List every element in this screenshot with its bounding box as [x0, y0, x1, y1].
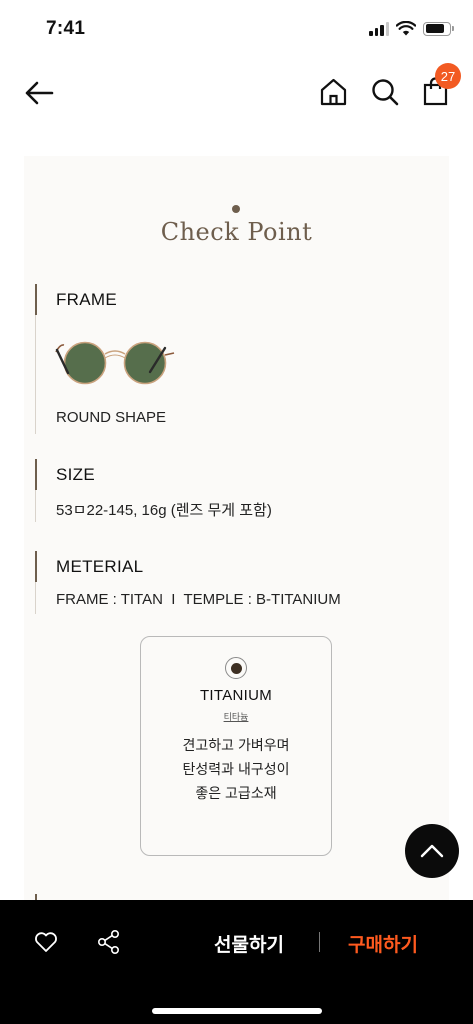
material-description: 견고하고 가벼우며 탄성력과 내구성이 좋은 고급소재 [141, 733, 331, 805]
chevron-up-icon [420, 844, 444, 858]
cart-button[interactable]: 27 [420, 63, 461, 108]
signal-icon [369, 21, 389, 36]
back-arrow-icon [25, 81, 54, 105]
material-radio[interactable] [225, 657, 247, 679]
section-line [35, 582, 36, 614]
section-line [35, 315, 36, 434]
radio-dot [230, 662, 242, 674]
buy-button[interactable]: 구매하기 [348, 930, 418, 957]
size-heading: SIZE [56, 465, 95, 484]
size-value: 53ㅁ22-145, 16g (렌즈 무게 포함) [56, 502, 272, 519]
material-heading: METERIAL [56, 557, 144, 576]
top-navigation: 27 [0, 63, 473, 124]
gift-button[interactable]: 선물하기 [214, 930, 284, 957]
frame-heading: FRAME [56, 290, 117, 309]
decorative-dot [232, 205, 240, 213]
frame-shape-label: ROUND SHAPE [56, 409, 167, 426]
bottom-action-bar: 선물하기 구매하기 [0, 900, 473, 1024]
material-desc-line: 탄성력과 내구성이 [182, 761, 290, 777]
section-marker [35, 459, 37, 490]
material-info-card: TITANIUM 티타늄 견고하고 가벼우며 탄성력과 내구성이 좋은 고급소재 [140, 636, 332, 856]
material-name-korean: 티타늄 [223, 712, 249, 722]
heart-icon [35, 932, 57, 952]
material-value: FRAME : TITAN I TEMPLE : B-TITANIUM [56, 591, 341, 608]
home-button[interactable] [318, 76, 349, 108]
check-point-section: Check Point FRAME ROUND SHAPE SIZE 53ㅁ22… [24, 156, 449, 916]
back-button[interactable] [22, 78, 58, 108]
header-actions: 27 [318, 63, 461, 108]
wifi-icon [396, 21, 416, 36]
material-desc-line: 견고하고 가벼우며 [182, 737, 290, 753]
round-glasses-image [55, 341, 175, 385]
home-icon [320, 78, 347, 106]
check-point-title: Check Point [160, 218, 313, 246]
wishlist-button[interactable] [33, 929, 59, 955]
status-icons [369, 21, 454, 36]
section-marker [35, 551, 37, 582]
home-indicator [152, 1008, 322, 1014]
search-icon [372, 79, 399, 106]
share-button[interactable] [96, 929, 122, 955]
status-time: 7:41 [46, 18, 86, 39]
section-line [35, 490, 36, 522]
share-icon [97, 929, 120, 954]
section-marker [35, 284, 37, 315]
material-name: TITANIUM [199, 687, 273, 704]
cart-count-badge: 27 [435, 63, 461, 89]
battery-icon [423, 21, 454, 36]
material-desc-line: 좋은 고급소재 [195, 785, 277, 801]
search-button[interactable] [369, 76, 400, 108]
scroll-to-top-button[interactable] [405, 824, 459, 878]
divider [319, 932, 320, 952]
status-bar: 7:41 [0, 0, 473, 60]
